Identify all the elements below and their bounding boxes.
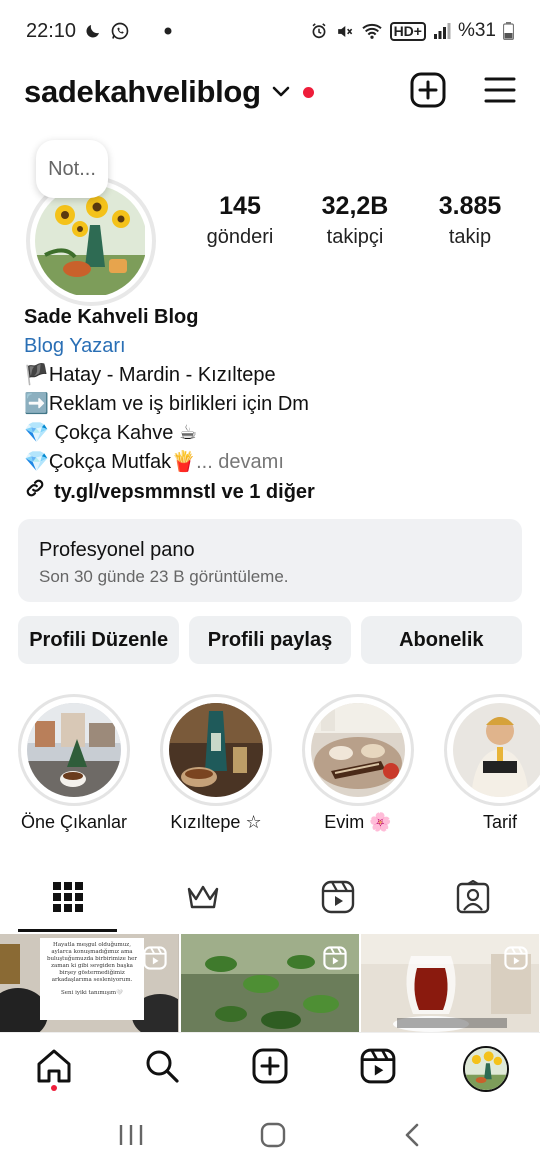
home-icon [35, 1047, 73, 1090]
avatar [463, 1045, 509, 1092]
professional-dashboard[interactable]: Profesyonel pano Son 30 günde 23 B görün… [18, 519, 522, 602]
back-icon[interactable] [402, 1122, 422, 1153]
bio-line: 💎Çokça Mutfak🍟 [24, 451, 197, 473]
reels-icon [360, 1048, 396, 1089]
stat-label: takip [448, 226, 492, 248]
bio-link[interactable]: ty.gl/vepsmmnstl ve 1 diğer [24, 477, 519, 508]
create-plus-icon[interactable] [410, 72, 446, 113]
menu-hamburger-icon[interactable] [484, 76, 516, 109]
post-quote-card: Hayatla meşgul olduğumuz, aylarca konuşm… [40, 938, 144, 1020]
link-icon [24, 477, 46, 508]
search-icon [144, 1048, 180, 1089]
pro-panel-subtitle: Son 30 günde 23 B görüntüleme. [39, 567, 289, 586]
status-bar: 22:10 HD+ %31 [0, 0, 540, 62]
highlight-label: Öne Çıkanlar [20, 812, 128, 832]
alarm-icon [310, 22, 328, 40]
bio-more-link[interactable]: ... devamı [196, 451, 284, 473]
tab-subscriber-content[interactable] [135, 866, 270, 932]
dot-icon [164, 27, 172, 35]
nav-profile[interactable] [456, 1039, 516, 1099]
post-thumbnail[interactable]: Hayatla meşgul olduğumuz, aylarca konuşm… [0, 934, 179, 1032]
profile-header: sadekahveliblog [24, 66, 516, 118]
system-navigation [0, 1104, 540, 1170]
reel-badge-icon [323, 946, 347, 975]
note-bubble[interactable]: Not... [36, 140, 108, 198]
username-switcher[interactable]: sadekahveliblog [24, 74, 261, 110]
hd-signal-icon: HD+ [389, 21, 426, 41]
story-highlights: Öne Çıkanlar Kızıltepe ☆ Evim 🌸 Tarif [18, 694, 540, 844]
battery-icon [503, 22, 514, 40]
profile-bio: Sade Kahveli Blog Blog Yazarı 🏴Hatay - M… [24, 303, 519, 508]
bio-line: 🏴Hatay - Mardin - Kızıltepe [24, 364, 276, 386]
tab-tagged[interactable] [405, 866, 540, 932]
post-quote-text: Hayatla meşgul olduğumuz, aylarca konuşm… [46, 942, 138, 983]
highlight-item[interactable]: Öne Çıkanlar [18, 694, 130, 844]
reel-badge-icon [143, 946, 167, 975]
posts-grid: Hayatla meşgul olduğumuz, aylarca konuşm… [0, 934, 540, 1032]
highlight-label: Evim 🌸 [324, 812, 392, 832]
create-plus-icon [252, 1048, 288, 1089]
edit-profile-button[interactable]: Profili Düzenle [18, 616, 180, 664]
nav-search[interactable] [132, 1039, 192, 1099]
post-quote-signature: Seni iyiki tanımışım🤍 [61, 990, 123, 996]
moon-icon [84, 22, 102, 40]
battery-percent: %31 [457, 20, 496, 41]
profile-tabs [0, 866, 540, 932]
highlight-item[interactable]: Kızıltepe ☆ [160, 694, 272, 844]
stat-posts[interactable]: 145 gönderi [190, 190, 290, 252]
reels-icon [321, 880, 355, 919]
stat-followers[interactable]: 32,2B takipçi [305, 190, 405, 252]
stat-label: takipçi [326, 226, 384, 248]
stat-label: gönderi [206, 226, 274, 248]
tagged-user-icon [456, 879, 490, 919]
status-time: 22:10 [26, 19, 77, 42]
chevron-down-icon[interactable] [271, 85, 291, 99]
highlight-label: Kızıltepe ☆ [170, 812, 262, 832]
nav-reels[interactable] [348, 1039, 408, 1099]
tab-reels[interactable] [270, 866, 405, 932]
stat-following[interactable]: 3.885 takip [420, 190, 520, 252]
signal-icon [433, 23, 451, 39]
category-label: Blog Yazarı [24, 335, 126, 357]
post-thumbnail[interactable] [180, 934, 360, 1032]
bio-line: 💎 Çokça Kahve ☕ [24, 422, 197, 444]
note-text: Not... [48, 157, 96, 180]
notification-dot [51, 1084, 57, 1091]
nav-home[interactable] [24, 1039, 84, 1099]
bottom-navigation [0, 1032, 540, 1104]
highlight-item[interactable]: Tarif [444, 694, 540, 844]
stat-value: 32,2B [321, 192, 389, 220]
grid-icon [52, 881, 84, 918]
bio-line: ➡️Reklam ve iş birlikleri için Dm [24, 393, 309, 415]
bio-line-last: 💎Çokça Mutfak🍟... devamı [24, 448, 519, 477]
pro-panel-title: Profesyonel pano [39, 539, 195, 561]
profile-stats: 145 gönderi 32,2B takipçi 3.885 takip [190, 190, 520, 252]
stat-value: 3.885 [438, 192, 502, 220]
profile-actions: Profili Düzenle Profili paylaş Abonelik [18, 616, 522, 664]
mute-icon [335, 22, 354, 41]
notification-dot [302, 86, 314, 98]
recent-apps-icon[interactable] [118, 1123, 144, 1152]
crown-icon [186, 883, 220, 916]
highlight-label: Tarif [482, 812, 517, 832]
home-button-icon[interactable] [260, 1122, 286, 1153]
stat-value: 145 [219, 192, 261, 220]
highlight-item[interactable]: Evim 🌸 [302, 694, 414, 844]
whatsapp-icon [110, 21, 130, 41]
tab-posts-grid[interactable] [0, 866, 135, 932]
bio-link-text: ty.gl/vepsmmnstl ve 1 diğer [54, 481, 315, 503]
nav-create[interactable] [240, 1039, 300, 1099]
post-thumbnail[interactable] [361, 934, 540, 1032]
wifi-icon [361, 22, 383, 40]
display-name: Sade Kahveli Blog [24, 306, 199, 328]
reel-badge-icon [504, 946, 528, 975]
subscription-button[interactable]: Abonelik [360, 616, 522, 664]
share-profile-button[interactable]: Profili paylaş [189, 616, 351, 664]
